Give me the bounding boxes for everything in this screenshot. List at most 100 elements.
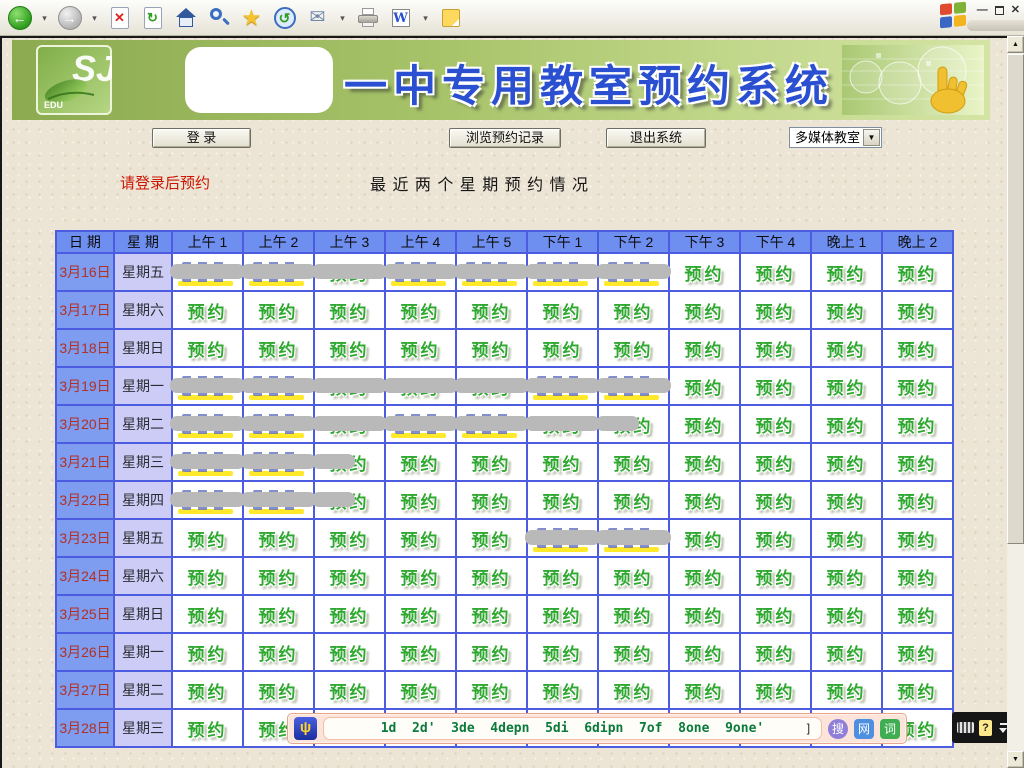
- reserve-link[interactable]: 预约: [543, 298, 583, 323]
- reserve-link[interactable]: 预约: [330, 336, 370, 361]
- reserve-link[interactable]: 预约: [614, 564, 654, 589]
- scroll-up-icon[interactable]: ▲: [1007, 36, 1024, 53]
- reserve-link[interactable]: 预约: [827, 336, 867, 361]
- ime-search-button[interactable]: 搜: [828, 719, 848, 739]
- reserve-link[interactable]: 预约: [756, 450, 796, 475]
- reserve-link[interactable]: 预约: [259, 564, 299, 589]
- reserve-link[interactable]: 预约: [614, 640, 654, 665]
- reserve-link[interactable]: 预约: [401, 336, 441, 361]
- reserve-link[interactable]: 预约: [543, 640, 583, 665]
- reserve-link[interactable]: 预约: [685, 412, 725, 437]
- reserve-link[interactable]: 预约: [188, 640, 228, 665]
- reserve-link[interactable]: 预约: [401, 640, 441, 665]
- reserve-link[interactable]: 预约: [472, 450, 512, 475]
- reserve-link[interactable]: 预约: [614, 602, 654, 627]
- reserve-link[interactable]: 预约: [898, 640, 938, 665]
- reserve-link[interactable]: 预约: [259, 602, 299, 627]
- reserve-link[interactable]: 预约: [472, 678, 512, 703]
- scroll-down-icon[interactable]: ▼: [1007, 751, 1024, 768]
- reserve-link[interactable]: 预约: [756, 602, 796, 627]
- reserve-link[interactable]: 预约: [685, 298, 725, 323]
- reserve-link[interactable]: 预约: [756, 526, 796, 551]
- reserve-link[interactable]: 预约: [685, 678, 725, 703]
- reserve-link[interactable]: 预约: [827, 678, 867, 703]
- reserve-link[interactable]: 预约: [614, 678, 654, 703]
- back-caret-icon[interactable]: ▾: [39, 4, 50, 32]
- minimize-button[interactable]: —: [977, 4, 988, 16]
- reserve-link[interactable]: 预约: [827, 298, 867, 323]
- reserve-link[interactable]: 预约: [827, 374, 867, 399]
- reserve-link[interactable]: 预约: [898, 374, 938, 399]
- reserve-link[interactable]: 预约: [827, 564, 867, 589]
- ime-web-button[interactable]: 网: [854, 719, 874, 739]
- reserve-link[interactable]: 预约: [756, 564, 796, 589]
- edit-caret-icon[interactable]: ▾: [420, 4, 431, 32]
- ime-logo-icon[interactable]: ψ: [294, 717, 317, 740]
- reserve-link[interactable]: 预约: [259, 298, 299, 323]
- langbar-minimize-icon[interactable]: [1000, 723, 1007, 725]
- reserve-link[interactable]: 预约: [756, 298, 796, 323]
- reserve-link[interactable]: 预约: [401, 564, 441, 589]
- reserve-link[interactable]: 预约: [685, 564, 725, 589]
- forward-icon[interactable]: →: [56, 4, 83, 32]
- reserve-link[interactable]: 预约: [259, 640, 299, 665]
- reserve-link[interactable]: 预约: [756, 488, 796, 513]
- reserve-link[interactable]: 预约: [472, 564, 512, 589]
- reserve-link[interactable]: 预约: [827, 602, 867, 627]
- forward-caret-icon[interactable]: ▾: [89, 4, 100, 32]
- history-icon[interactable]: ↺: [271, 4, 298, 32]
- reserve-link[interactable]: 预约: [188, 298, 228, 323]
- reserve-link[interactable]: 预约: [827, 260, 867, 285]
- reserve-link[interactable]: 预约: [188, 678, 228, 703]
- reserve-link[interactable]: 预约: [685, 526, 725, 551]
- print-icon[interactable]: [354, 4, 381, 32]
- reserve-link[interactable]: 预约: [827, 412, 867, 437]
- search-icon[interactable]: [205, 4, 232, 32]
- edit-word-icon[interactable]: W: [387, 4, 414, 32]
- reserve-link[interactable]: 预约: [472, 336, 512, 361]
- reserve-link[interactable]: 预约: [614, 298, 654, 323]
- scrollbar-thumb[interactable]: [1007, 54, 1024, 544]
- reserve-link[interactable]: 预约: [188, 336, 228, 361]
- reserve-link[interactable]: 预约: [898, 526, 938, 551]
- room-type-select[interactable]: 多媒体教室 ▼: [789, 127, 882, 148]
- reserve-link[interactable]: 预约: [188, 526, 228, 551]
- reserve-link[interactable]: 预约: [685, 640, 725, 665]
- reserve-link[interactable]: 预约: [472, 602, 512, 627]
- reserve-link[interactable]: 预约: [827, 640, 867, 665]
- mail-icon[interactable]: ✉: [304, 4, 331, 32]
- reserve-link[interactable]: 预约: [401, 298, 441, 323]
- back-icon[interactable]: ←: [6, 4, 33, 32]
- reserve-link[interactable]: 预约: [259, 336, 299, 361]
- reserve-link[interactable]: 预约: [401, 526, 441, 551]
- ime-candidate-box[interactable]: 1d 2d' 3de 4depn 5di 6dipn 7of 8one 9one…: [323, 717, 822, 740]
- vertical-scrollbar[interactable]: ▲ ▼: [1007, 36, 1024, 768]
- login-button[interactable]: 登 录: [152, 128, 251, 148]
- reserve-link[interactable]: 预约: [543, 564, 583, 589]
- reserve-link[interactable]: 预约: [401, 602, 441, 627]
- reserve-link[interactable]: 预约: [330, 564, 370, 589]
- reserve-link[interactable]: 预约: [330, 678, 370, 703]
- restore-button[interactable]: [995, 6, 1004, 15]
- reserve-link[interactable]: 预约: [756, 336, 796, 361]
- reserve-link[interactable]: 预约: [614, 488, 654, 513]
- reserve-link[interactable]: 预约: [401, 488, 441, 513]
- reserve-link[interactable]: 预约: [188, 564, 228, 589]
- reserve-link[interactable]: 预约: [330, 640, 370, 665]
- reserve-link[interactable]: 预约: [685, 374, 725, 399]
- reserve-link[interactable]: 预约: [898, 450, 938, 475]
- reserve-link[interactable]: 预约: [614, 336, 654, 361]
- reserve-link[interactable]: 预约: [188, 716, 228, 741]
- reserve-link[interactable]: 预约: [898, 336, 938, 361]
- reserve-link[interactable]: 预约: [330, 602, 370, 627]
- reserve-link[interactable]: 预约: [401, 678, 441, 703]
- reserve-link[interactable]: 预约: [472, 640, 512, 665]
- close-button[interactable]: ✕: [1011, 4, 1020, 16]
- mail-caret-icon[interactable]: ▾: [337, 4, 348, 32]
- reserve-link[interactable]: 预约: [543, 488, 583, 513]
- home-icon[interactable]: [172, 4, 199, 32]
- reserve-link[interactable]: 预约: [543, 678, 583, 703]
- stop-icon[interactable]: ✕: [106, 4, 133, 32]
- reserve-link[interactable]: 预约: [756, 374, 796, 399]
- reserve-link[interactable]: 预约: [543, 336, 583, 361]
